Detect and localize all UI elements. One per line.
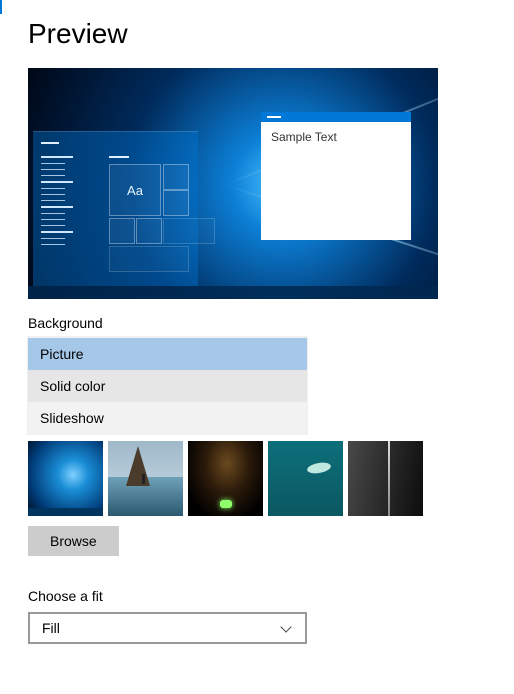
preview-taskbar: [28, 286, 438, 299]
page-title: Preview: [28, 18, 486, 50]
desktop-preview: Aa Sample Text: [28, 68, 438, 299]
preview-font-tile: Aa: [109, 164, 161, 216]
background-option-slideshow[interactable]: Slideshow: [28, 402, 307, 434]
preview-start-menu: Aa: [33, 131, 198, 286]
background-option-picture[interactable]: Picture: [28, 338, 307, 370]
preview-window: Sample Text: [261, 112, 411, 240]
fit-value: Fill: [42, 620, 60, 636]
thumbnail-2[interactable]: [108, 441, 183, 516]
thumbnail-3[interactable]: [188, 441, 263, 516]
preview-window-text: Sample Text: [261, 122, 411, 152]
fit-dropdown[interactable]: Fill: [28, 612, 307, 644]
chevron-down-icon: [281, 622, 293, 634]
thumbnail-4[interactable]: [268, 441, 343, 516]
background-type-dropdown[interactable]: Picture Solid color Slideshow: [28, 337, 307, 434]
fit-label: Choose a fit: [28, 588, 486, 604]
background-label: Background: [28, 315, 486, 331]
background-option-solid-color[interactable]: Solid color: [28, 370, 307, 402]
background-thumbnails: [28, 441, 486, 516]
thumbnail-5[interactable]: [348, 441, 423, 516]
thumbnail-1[interactable]: [28, 441, 103, 516]
browse-button[interactable]: Browse: [28, 526, 119, 556]
